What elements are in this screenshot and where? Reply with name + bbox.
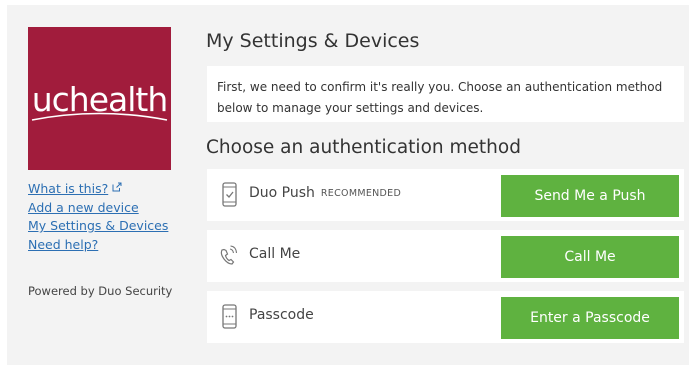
method-row-duo-push: Duo Push RECOMMENDED Send Me a Push <box>207 169 684 221</box>
powered-by-text: Powered by Duo Security <box>28 284 173 298</box>
what-is-this-link[interactable]: What is this? <box>28 179 188 199</box>
method-row-call-me: Call Me Call Me <box>207 230 684 282</box>
phone-check-icon <box>221 182 239 208</box>
intro-message: First, we need to confirm it's really yo… <box>207 66 684 122</box>
uchealth-logo: uchealth <box>28 27 171 170</box>
phone-call-icon <box>218 243 240 269</box>
method-label-duo-push: Duo Push RECOMMENDED <box>249 185 401 201</box>
call-me-label: Call Me <box>249 246 301 262</box>
methods-heading: Choose an authentication method <box>206 137 521 158</box>
recommended-badge: RECOMMENDED <box>320 188 402 199</box>
call-me-button[interactable]: Call Me <box>501 236 679 278</box>
page-title: My Settings & Devices <box>206 30 420 52</box>
passcode-phone-icon <box>221 304 239 330</box>
method-row-passcode: Passcode Enter a Passcode <box>207 291 684 343</box>
enter-a-passcode-button[interactable]: Enter a Passcode <box>501 297 679 339</box>
send-me-a-push-button[interactable]: Send Me a Push <box>501 175 679 217</box>
add-new-device-link[interactable]: Add a new device <box>28 199 188 218</box>
what-is-this-label: What is this? <box>28 181 109 196</box>
need-help-link[interactable]: Need help? <box>28 236 188 255</box>
duo-push-label: Duo Push <box>249 185 315 201</box>
my-settings-devices-link[interactable]: My Settings & Devices <box>28 217 188 236</box>
sidebar-links: What is this? Add a new device My Settin… <box>28 179 188 254</box>
logo-arc-graphic <box>31 112 168 121</box>
external-link-icon <box>112 179 122 198</box>
passcode-label: Passcode <box>249 307 314 323</box>
